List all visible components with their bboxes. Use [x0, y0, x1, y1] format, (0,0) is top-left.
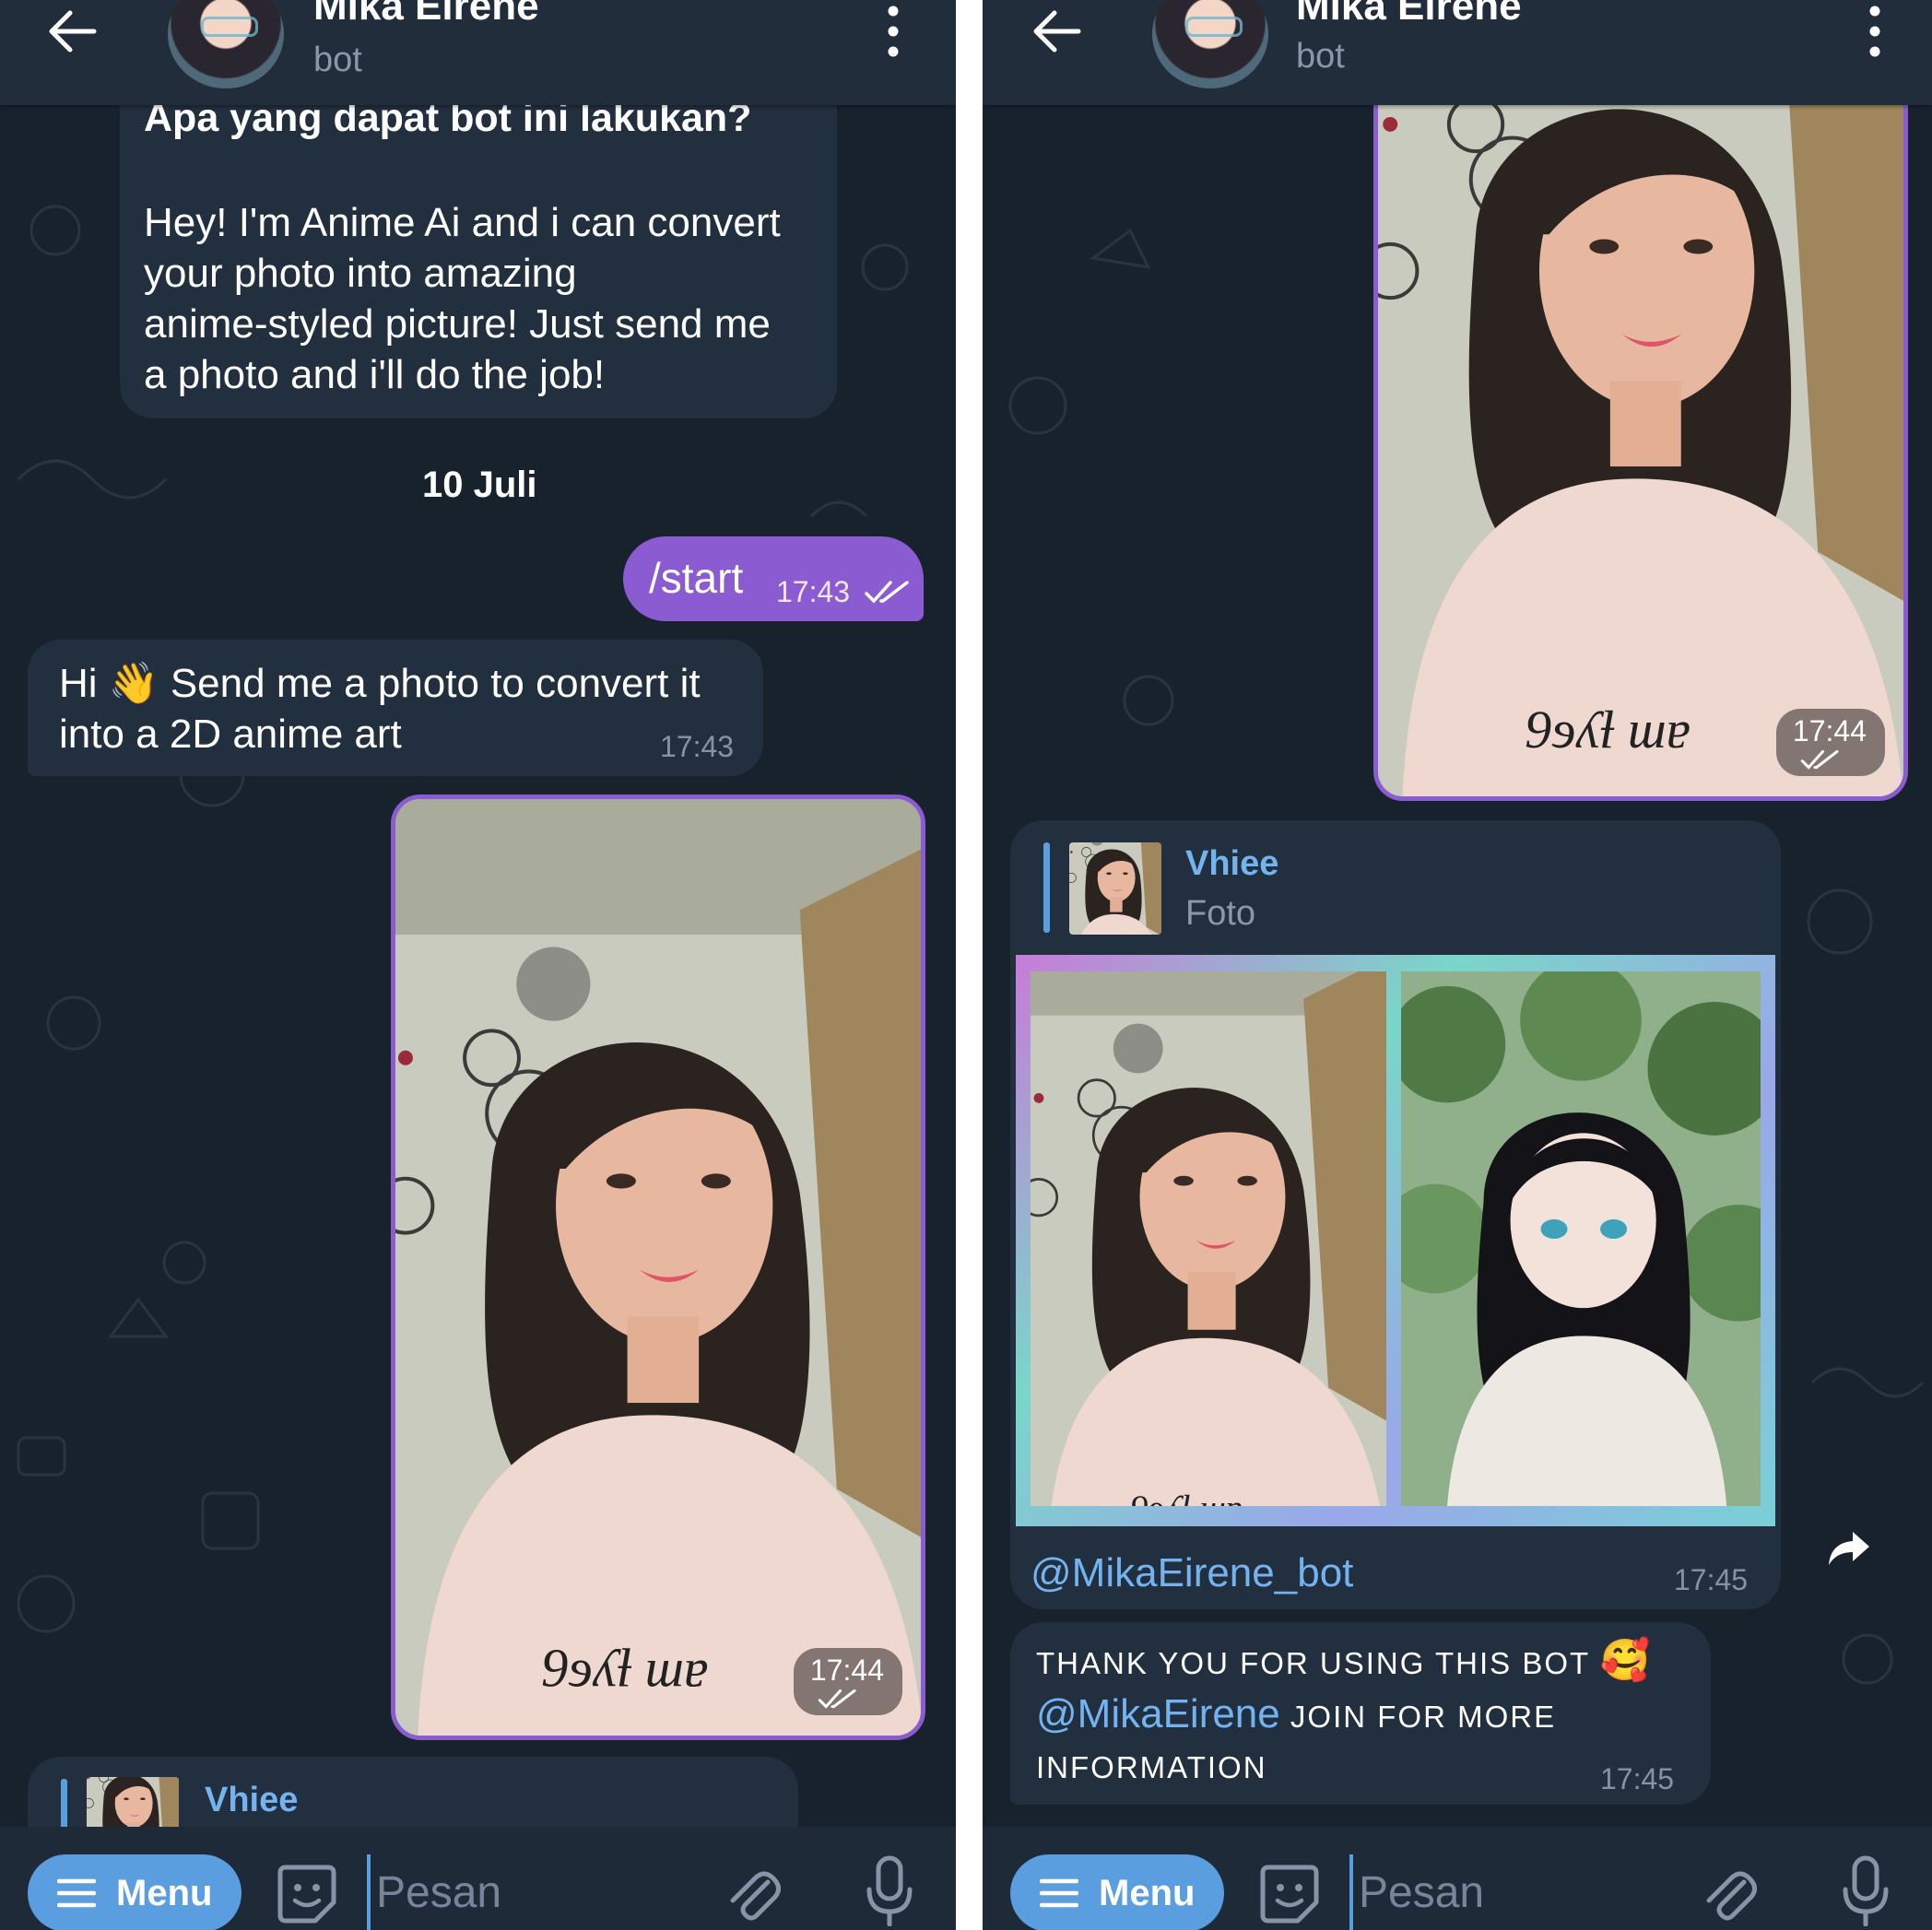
chat-title[interactable]: Mika Eirene: [313, 0, 539, 29]
selfie-photo: [1031, 971, 1386, 1506]
bot-result-bubble[interactable]: Vhiee Foto @MikaEirene_bot 17:45: [1010, 820, 1781, 1609]
smiling-hearts-emoji: 🥰: [1599, 1638, 1653, 1683]
selfie-photo: [1378, 55, 1903, 796]
bot-intro-line: anime-styled picture! Just send me: [144, 301, 771, 347]
anime-art-panel: [1401, 971, 1761, 1506]
menu-button[interactable]: Menu: [1010, 1854, 1224, 1930]
bot-intro-line: your photo into amazing: [144, 251, 577, 296]
microphone-icon[interactable]: [1842, 1854, 1890, 1926]
message-time: 17:44: [1792, 714, 1867, 747]
reply-author: Vhiee: [205, 1781, 299, 1819]
paperclip-icon[interactable]: [1702, 1864, 1757, 1924]
bot-intro-line: Hey! I'm Anime Ai and i can convert: [144, 200, 781, 245]
chat-header: Mika Eirene bot: [983, 0, 1932, 105]
bot-intro-line: a photo and i'll do the job!: [144, 352, 606, 397]
selfie-thumbnail: [1069, 842, 1161, 935]
reply-quote-bar: [61, 1779, 67, 1832]
reply-thumbnail: [1069, 842, 1161, 935]
hamburger-icon: [57, 1878, 96, 1908]
original-photo-panel: [1031, 971, 1386, 1506]
message-time: 17:45: [1674, 1563, 1749, 1596]
more-vertical-icon[interactable]: [888, 6, 899, 57]
sticker-icon[interactable]: [275, 1862, 339, 1926]
message-input[interactable]: [1349, 1854, 1692, 1930]
paperclip-icon[interactable]: [725, 1864, 781, 1924]
outgoing-message-start[interactable]: /start 17:43: [623, 536, 924, 621]
channel-mention-link[interactable]: @MikaEirene: [1036, 1691, 1280, 1736]
bot-thanks-bubble[interactable]: THANK YOU FOR USING THIS BOT 🥰 @MikaEire…: [1010, 1622, 1711, 1805]
bot-reply-line: into a 2D anime art: [59, 712, 402, 757]
anime-portrait: [1401, 971, 1761, 1506]
menu-label: Menu: [1099, 1873, 1196, 1913]
thanks-line: THANK YOU FOR USING THIS BOT: [1036, 1646, 1590, 1680]
double-check-icon: [818, 1689, 856, 1709]
message-input-bar: Menu: [0, 1827, 956, 1930]
photo-time-badge: 17:44: [1775, 709, 1885, 776]
date-separator: 10 Juli: [422, 465, 537, 505]
message-time: 17:43: [776, 575, 851, 608]
waving-hand-emoji: 👋: [108, 661, 159, 706]
share-forward-icon[interactable]: [1827, 1530, 1871, 1567]
arrow-left-icon[interactable]: [46, 7, 100, 55]
avatar[interactable]: [168, 0, 284, 88]
chat-subtitle: bot: [313, 41, 362, 79]
hamburger-icon: [1040, 1878, 1078, 1908]
bot-intro-text: Hey! I'm Anime Ai and i can convert your…: [144, 197, 781, 400]
sticker-icon[interactable]: [1257, 1862, 1322, 1926]
message-text: /start: [649, 554, 744, 602]
chat-title[interactable]: Mika Eirene: [1296, 0, 1522, 29]
bot-reply-greeting: Hi: [59, 661, 98, 706]
reply-author: Vhiee: [1185, 844, 1279, 883]
reply-type: Foto: [1185, 894, 1256, 933]
bot-username-link[interactable]: @MikaEirene_bot: [1031, 1550, 1353, 1596]
chat-subtitle: bot: [1296, 37, 1345, 76]
chat-header: Mika Eirene bot: [0, 0, 956, 105]
chat-screen-left: Mika Eirene bot Apa yang dapat bot ini l…: [0, 0, 956, 1930]
double-check-icon: [865, 581, 909, 604]
photo-time-badge: 17:44: [793, 1648, 902, 1715]
double-check-icon: [1800, 749, 1839, 770]
bot-reply-line: Send me a photo to convert it: [170, 661, 701, 706]
bot-reply-text: Hi 👋 Send me a photo to convert it into …: [59, 658, 760, 759]
selfie-photo: [395, 799, 921, 1736]
bot-reply-bubble[interactable]: Hi 👋 Send me a photo to convert it into …: [28, 640, 763, 776]
message-time: 17:43: [660, 730, 735, 763]
bot-intro-bubble: Apa yang dapat bot ini lakukan? Hey! I'm…: [120, 55, 837, 418]
reply-quote-bar: [1043, 842, 1050, 933]
microphone-icon[interactable]: [866, 1854, 913, 1926]
avatar[interactable]: [1152, 0, 1268, 88]
message-input[interactable]: [367, 1854, 710, 1930]
menu-button[interactable]: Menu: [28, 1854, 242, 1930]
message-time: 17:45: [1600, 1762, 1675, 1795]
thanks-line: JOIN FOR MORE: [1279, 1700, 1557, 1734]
more-vertical-icon[interactable]: [1869, 6, 1880, 57]
message-time: 17:44: [809, 1653, 884, 1687]
result-image[interactable]: [1016, 955, 1775, 1526]
outgoing-photo-message[interactable]: 17:44: [391, 794, 925, 1740]
outgoing-photo-message[interactable]: 17:44: [1373, 55, 1908, 801]
arrow-left-icon[interactable]: [1031, 7, 1084, 55]
menu-label: Menu: [116, 1873, 213, 1913]
chat-screen-right: Mika Eirene bot 17:44 Vhiee Foto @MikaEi…: [983, 0, 1932, 1930]
message-input-bar: Menu: [983, 1827, 1932, 1930]
